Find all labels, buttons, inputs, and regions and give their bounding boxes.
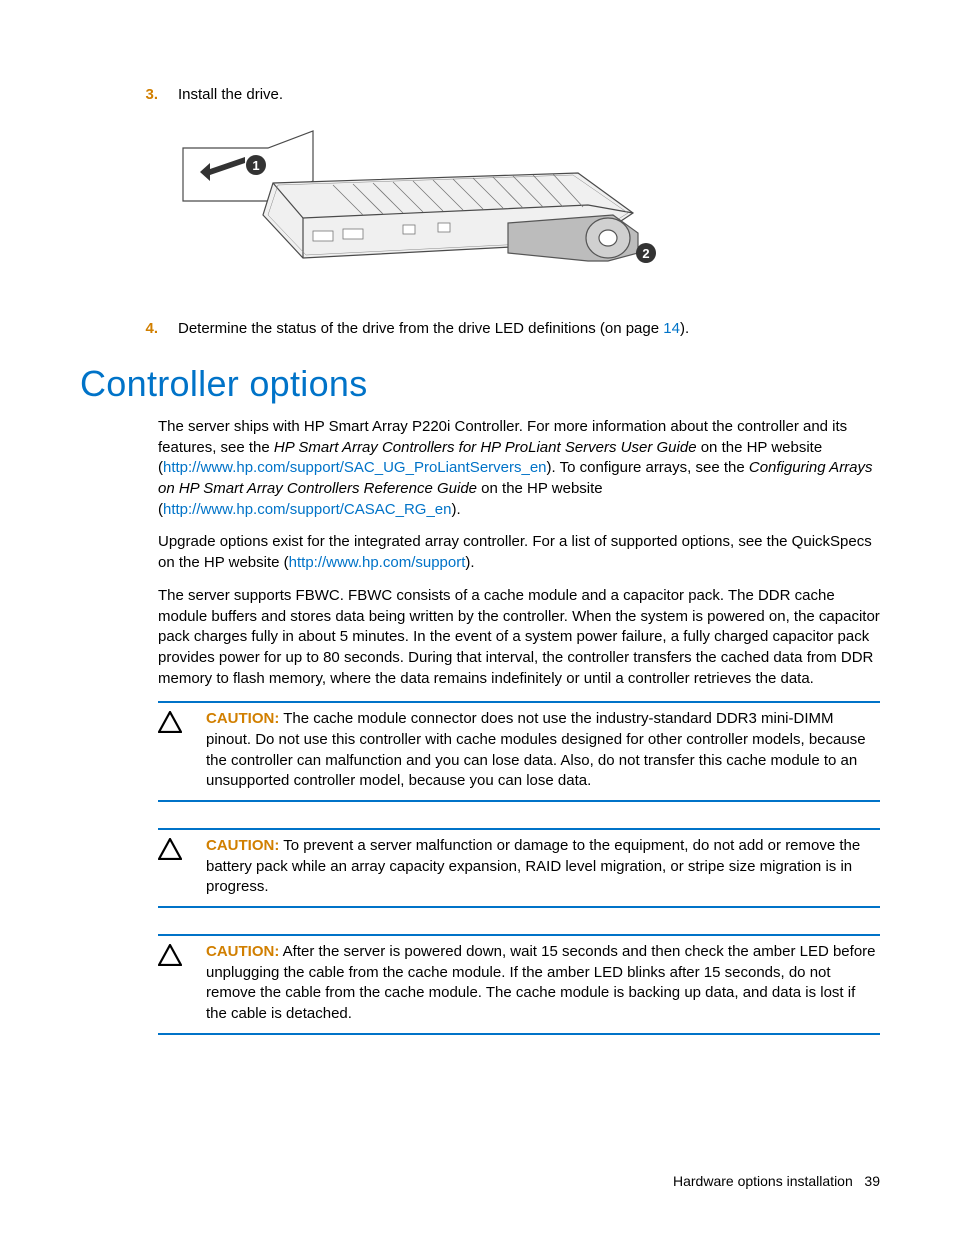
caution-triangle-icon <box>158 836 206 898</box>
svg-text:1: 1 <box>252 158 259 173</box>
caution-2-text: CAUTION: To prevent a server malfunction… <box>206 836 880 898</box>
page-footer: Hardware options installation 39 <box>673 1173 880 1189</box>
p1-link2[interactable]: http://www.hp.com/support/CASAC_RG_en <box>163 501 451 518</box>
step-3: 3. Install the drive. <box>80 84 880 105</box>
caution-2-body: To prevent a server malfunction or damag… <box>206 837 860 895</box>
caution-1-body: The cache module connector does not use … <box>206 710 866 789</box>
step-4-text: Determine the status of the drive from t… <box>178 318 880 339</box>
caution-2: CAUTION: To prevent a server malfunction… <box>158 828 880 908</box>
drive-install-illustration: 1 2 <box>178 123 658 293</box>
page-content: 3. Install the drive. 1 <box>0 0 954 1121</box>
p1-t5: ). <box>451 501 460 518</box>
p1-t3: ). To configure arrays, see the <box>547 459 749 476</box>
caution-1-text: CAUTION: The cache module connector does… <box>206 709 880 792</box>
p2-t2: ). <box>465 554 474 571</box>
step-4: 4. Determine the status of the drive fro… <box>80 318 880 339</box>
caution-3-body: After the server is powered down, wait 1… <box>206 943 876 1022</box>
step-4-pre: Determine the status of the drive from t… <box>178 320 663 337</box>
step-3-number: 3. <box>80 84 178 105</box>
p1-i1: HP Smart Array Controllers for HP ProLia… <box>274 439 697 456</box>
caution-3-text: CAUTION: After the server is powered dow… <box>206 942 880 1025</box>
paragraph-2: Upgrade options exist for the integrated… <box>80 532 880 573</box>
caution-triangle-icon <box>158 709 206 792</box>
caution-triangle-icon <box>158 942 206 1025</box>
p2-t1: Upgrade options exist for the integrated… <box>158 533 872 571</box>
svg-text:2: 2 <box>642 246 649 261</box>
step-4-post: ). <box>680 320 689 337</box>
step-3-text: Install the drive. <box>178 84 880 105</box>
caution-label: CAUTION: <box>206 943 279 960</box>
section-heading: Controller options <box>80 363 880 405</box>
caution-3: CAUTION: After the server is powered dow… <box>158 934 880 1035</box>
caution-label: CAUTION: <box>206 710 279 727</box>
footer-section: Hardware options installation <box>673 1173 853 1189</box>
p2-link1[interactable]: http://www.hp.com/support <box>289 554 466 571</box>
caution-1: CAUTION: The cache module connector does… <box>158 701 880 802</box>
step-4-number: 4. <box>80 318 178 339</box>
caution-label: CAUTION: <box>206 837 279 854</box>
footer-page-number: 39 <box>864 1173 880 1189</box>
paragraph-1: The server ships with HP Smart Array P22… <box>80 417 880 520</box>
p1-link1[interactable]: http://www.hp.com/support/SAC_UG_ProLian… <box>163 459 547 476</box>
step-4-pagelink[interactable]: 14 <box>663 320 680 337</box>
paragraph-3: The server supports FBWC. FBWC consists … <box>80 586 880 689</box>
